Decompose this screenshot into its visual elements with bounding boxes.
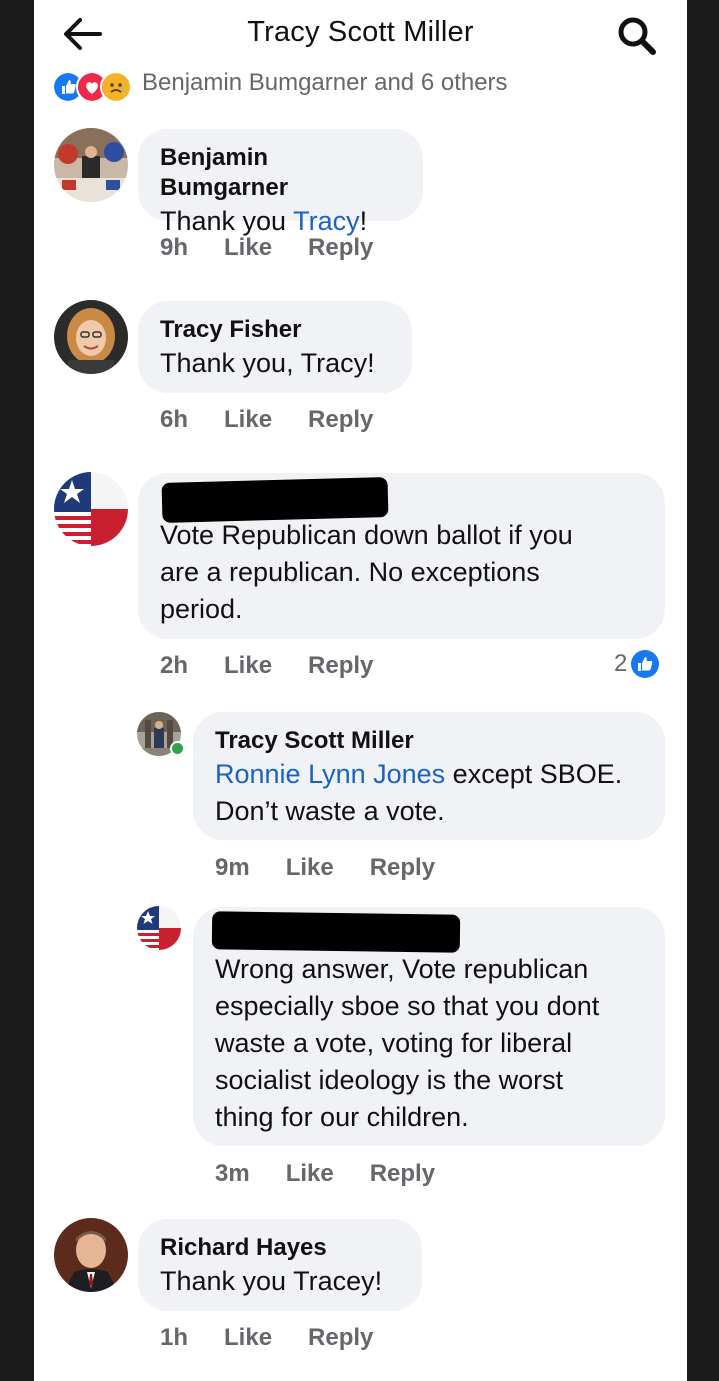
comment-text-line: socialist ideology is the worst xyxy=(215,1065,564,1095)
comment-text: Ronnie Lynn Jones except SBOE. Don’t was… xyxy=(215,756,643,830)
avatar[interactable] xyxy=(54,472,128,546)
comment-actions: 1h Like Reply xyxy=(160,1324,373,1352)
commenter-name[interactable]: Richard Hayes xyxy=(160,1233,400,1263)
comment-text-line: Vote Republican down ballot if you xyxy=(160,520,573,550)
header-bar: Tracy Scott Miller xyxy=(34,0,687,68)
reply-button[interactable]: Reply xyxy=(308,406,373,434)
comment-text-part: ! xyxy=(359,206,368,236)
comment-time[interactable]: 1h xyxy=(160,1324,188,1352)
comment-actions: 9h Like Reply xyxy=(160,234,373,262)
care-reaction-icon xyxy=(100,72,132,102)
comment-text: Thank you Tracey! xyxy=(160,1266,383,1296)
reply-button[interactable]: Reply xyxy=(370,1160,435,1188)
like-count[interactable]: 2 xyxy=(614,650,660,678)
comment-actions: 9m Like Reply xyxy=(215,854,435,882)
like-button[interactable]: Like xyxy=(224,234,272,262)
comment-time[interactable]: 2h xyxy=(160,652,188,680)
commenter-name[interactable]: Tracy Fisher xyxy=(160,315,390,345)
reply-bubble[interactable]: Tracy Scott Miller Ronnie Lynn Jones exc… xyxy=(193,712,665,840)
comment-text-line: Ronnie Lynn Jones except SBOE. xyxy=(215,756,643,793)
comment-text: Vote Republican down ballot if you are a… xyxy=(160,517,643,628)
redaction-mark xyxy=(211,911,461,953)
like-button[interactable]: Like xyxy=(224,1324,272,1352)
redaction-mark xyxy=(161,477,389,523)
comment-actions: 2h Like Reply xyxy=(160,652,373,680)
comment-text-line: Wrong answer, Vote republican xyxy=(215,954,589,984)
reply-button[interactable]: Reply xyxy=(308,234,373,262)
like-button[interactable]: Like xyxy=(224,652,272,680)
search-icon[interactable] xyxy=(615,14,659,56)
comment-text-line: are a republican. No exceptions xyxy=(160,557,540,587)
commenter-name[interactable]: Tracy Scott Miller xyxy=(215,726,643,756)
reactions-summary[interactable]: Benjamin Bumgarner and 6 others xyxy=(52,72,652,102)
comment-time[interactable]: 9h xyxy=(160,234,188,262)
comment-bubble[interactable]: Benjamin Bumgarner Thank you Tracy! xyxy=(138,129,423,236)
reactions-summary-text: Benjamin Bumgarner and 6 others xyxy=(142,72,508,96)
reply-button[interactable]: Reply xyxy=(308,652,373,680)
comments-screen: Tracy Scott Miller Benjamin Bumgarner an… xyxy=(34,0,687,1381)
like-button[interactable]: Like xyxy=(224,406,272,434)
comment-text-line: especially sboe so that you dont xyxy=(215,991,600,1021)
comment-actions: 6h Like Reply xyxy=(160,406,373,434)
comment-time[interactable]: 6h xyxy=(160,406,188,434)
comment-text-part: Thank you xyxy=(160,206,294,236)
comment-text-line: period. xyxy=(160,594,243,624)
comment-text-line: waste a vote, voting for liberal xyxy=(215,1028,573,1058)
commenter-name[interactable]: Benjamin Bumgarner xyxy=(160,143,401,203)
comment-actions: 3m Like Reply xyxy=(215,1160,435,1188)
avatar[interactable] xyxy=(54,128,128,202)
comment-bubble[interactable]: Richard Hayes Thank you Tracey! xyxy=(138,1219,422,1311)
comment-text-part: except SBOE. xyxy=(445,759,623,789)
comment-text: Wrong answer, Vote republican especially… xyxy=(215,951,643,1136)
thumbs-up-icon xyxy=(631,650,660,678)
comment-text-line: Don’t waste a vote. xyxy=(215,796,445,826)
comment-time[interactable]: 9m xyxy=(215,854,250,882)
reply-button[interactable]: Reply xyxy=(308,1324,373,1352)
avatar[interactable] xyxy=(137,906,181,950)
like-button[interactable]: Like xyxy=(286,854,334,882)
mention-link[interactable]: Ronnie Lynn Jones xyxy=(215,759,445,789)
reply-button[interactable]: Reply xyxy=(370,854,435,882)
avatar[interactable] xyxy=(54,1218,128,1292)
comment-bubble[interactable]: Tracy Fisher Thank you, Tracy! xyxy=(138,301,412,393)
avatar[interactable] xyxy=(54,300,128,374)
comment-time[interactable]: 3m xyxy=(215,1160,250,1188)
comment-text: Thank you, Tracy! xyxy=(160,348,375,378)
mention-link[interactable]: Tracy xyxy=(293,206,360,236)
like-count-number: 2 xyxy=(614,650,628,677)
comment-text-line: thing for our children. xyxy=(215,1102,469,1132)
online-status-indicator xyxy=(170,741,185,756)
page-title: Tracy Scott Miller xyxy=(247,16,474,48)
like-button[interactable]: Like xyxy=(286,1160,334,1188)
